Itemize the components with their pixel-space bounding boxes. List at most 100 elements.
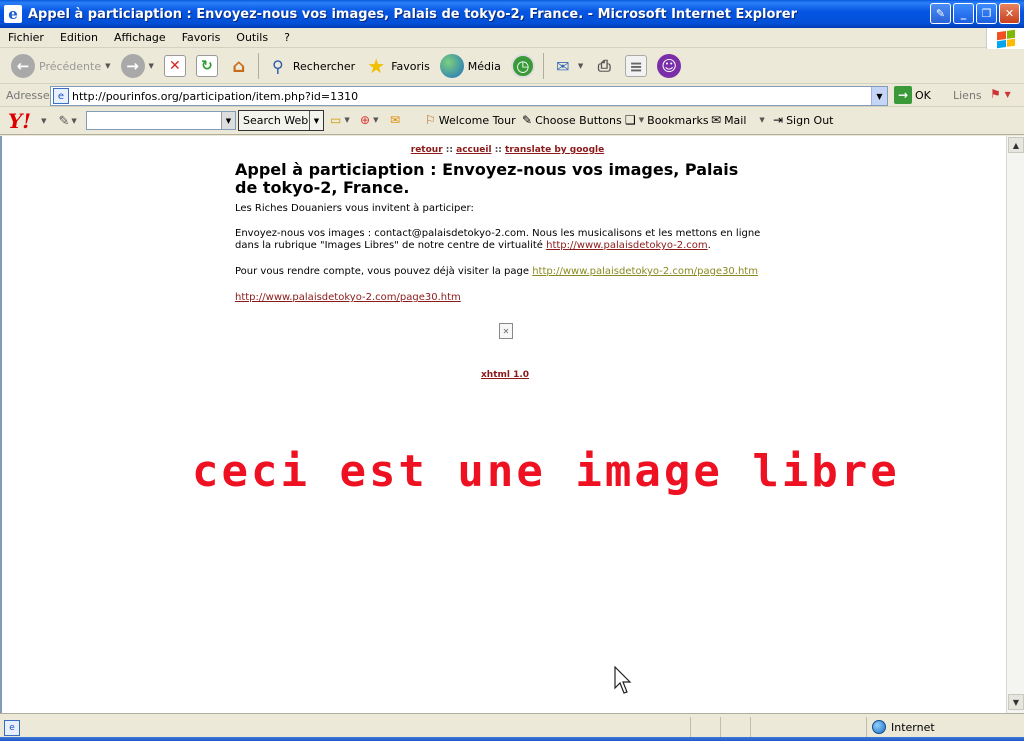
bookmarks-button[interactable]: ❑ ▼ Bookmarks xyxy=(625,113,709,127)
mail-envelope-icon: ✉ xyxy=(556,56,570,76)
standard-toolbar: ← Précédente ▼ → ▼ ✕ ↻ ⌂ ⚲ Rechercher ★ … xyxy=(0,49,1024,84)
address-dropdown-icon[interactable]: ▼ xyxy=(871,87,887,105)
mail-label: Mail xyxy=(724,113,747,127)
translate-link[interactable]: translate by google xyxy=(505,145,604,155)
pencil-icon[interactable]: ✎ xyxy=(58,114,69,129)
zone-label: Internet xyxy=(891,720,935,734)
back-button[interactable]: ← Précédente ▼ xyxy=(6,51,116,81)
palais-link[interactable]: http://www.palaisdetokyo-2.com xyxy=(546,240,708,251)
favorites-label: Favoris xyxy=(391,59,430,73)
xhtml-link[interactable]: xhtml 1.0 xyxy=(481,370,529,380)
favorites-button[interactable]: ★ Favoris xyxy=(360,51,435,81)
choose-buttons-label: Choose Buttons xyxy=(535,113,622,127)
windows-flag-icon xyxy=(996,29,1015,48)
go-button[interactable]: → OK xyxy=(894,86,931,104)
ie-app-icon: e xyxy=(4,5,22,23)
media-button[interactable]: Média xyxy=(435,51,506,81)
media-label: Média xyxy=(467,59,501,73)
page30-link[interactable]: http://www.palaisdetokyo-2.com/page30.ht… xyxy=(532,266,758,277)
popup-envelope-icon: ✉ xyxy=(390,113,401,127)
search-button[interactable]: ⚲ Rechercher xyxy=(262,51,360,81)
toolbar-separator xyxy=(542,53,544,79)
links-label[interactable]: Liens xyxy=(953,89,982,102)
links-toolbar-icon[interactable]: ⚑ ▾ xyxy=(990,87,1011,101)
back-arrow-icon: ← xyxy=(11,54,35,78)
stop-icon: ✕ xyxy=(163,55,186,77)
address-url[interactable]: http://pourinfos.org/participation/item.… xyxy=(72,90,358,103)
messenger-button[interactable]: ☺ xyxy=(652,51,686,81)
status-divider xyxy=(750,717,751,737)
mail-button[interactable]: ✉ ▼ xyxy=(547,51,588,81)
antispy-button[interactable]: ⊕ ▼ xyxy=(360,113,378,127)
print-button[interactable]: ⎙ xyxy=(588,51,620,81)
go-label: OK xyxy=(915,88,931,102)
address-bar: Adresse e http://pourinfos.org/participa… xyxy=(0,85,1024,107)
page-viewport[interactable]: retour :: accueil :: translate by google… xyxy=(0,136,1006,713)
page30-link-standalone[interactable]: http://www.palaisdetokyo-2.com/page30.ht… xyxy=(235,292,461,303)
window-title: Appel à particiaption : Envoyez-nous vos… xyxy=(28,6,798,22)
sign-out-door-icon: ⇥ xyxy=(773,113,784,127)
home-icon: ⌂ xyxy=(232,55,246,77)
edit-button[interactable]: ≡ xyxy=(620,51,652,81)
printer-icon: ⎙ xyxy=(597,56,611,75)
forward-arrow-icon: → xyxy=(120,54,145,78)
menu-help[interactable]: ? xyxy=(276,31,298,44)
scroll-up-icon[interactable]: ▲ xyxy=(1008,137,1024,153)
signpost-icon: ⚐ xyxy=(425,113,436,127)
menu-affichage[interactable]: Affichage xyxy=(106,31,174,44)
accueil-link[interactable]: accueil xyxy=(456,145,491,155)
popup-blocker-button[interactable]: ✉ xyxy=(390,113,400,127)
pencil-dropdown-icon[interactable]: ▼ xyxy=(71,117,76,125)
nav-separator: :: xyxy=(494,145,502,155)
retour-link[interactable]: retour xyxy=(411,145,443,155)
help-icon[interactable]: ✎ xyxy=(930,3,951,24)
refresh-button[interactable]: ↻ xyxy=(191,51,223,81)
bookmark-book-icon: ❑ xyxy=(625,113,636,127)
address-input[interactable]: e http://pourinfos.org/participation/ite… xyxy=(50,86,888,106)
yahoo-mail-button[interactable]: ✉ Mail ▼ xyxy=(711,113,765,127)
page-title: Appel à particiaption : Envoyez-nous vos… xyxy=(235,160,739,197)
search-history-dropdown-icon[interactable]: ▼ xyxy=(221,112,235,129)
vertical-scrollbar[interactable]: ▲ ▼ xyxy=(1006,136,1024,713)
yahoo-logo[interactable]: Y! xyxy=(0,109,31,133)
choose-buttons-button[interactable]: ✎ Choose Buttons xyxy=(522,113,622,127)
paragraph-visit-text: Pour vous rendre compte, vous pouvez déj… xyxy=(235,266,533,277)
mouse-cursor-icon xyxy=(614,666,632,694)
forward-dropdown-icon[interactable]: ▼ xyxy=(149,62,154,70)
title-bar[interactable]: e Appel à particiaption : Envoyez-nous v… xyxy=(0,0,1024,28)
welcome-tour-button[interactable]: ⚐ Welcome Tour xyxy=(425,113,516,127)
highlight-button[interactable]: ▭ ▼ xyxy=(330,113,350,127)
mail-dropdown-icon[interactable]: ▼ xyxy=(578,62,583,70)
search-web-button[interactable]: Search Web ▼ xyxy=(238,110,324,131)
paragraph-period: . xyxy=(707,240,711,251)
nav-separator: :: xyxy=(445,145,453,155)
paragraph-visit-page: Pour vous rendre compte, vous pouvez déj… xyxy=(235,266,780,278)
back-dropdown-icon[interactable]: ▼ xyxy=(105,62,110,70)
menu-fichier[interactable]: Fichier xyxy=(0,31,52,44)
menu-outils[interactable]: Outils xyxy=(228,31,276,44)
refresh-icon: ↻ xyxy=(195,55,218,77)
sign-out-button[interactable]: ⇥ Sign Out xyxy=(773,113,834,127)
menu-favoris[interactable]: Favoris xyxy=(174,31,229,44)
search-web-label: Search Web xyxy=(243,114,309,127)
yahoo-dropdown-icon[interactable]: ▼ xyxy=(41,117,46,125)
yahoo-search-input[interactable]: ▼ xyxy=(86,111,236,130)
intro-text: Les Riches Douaniers vous invitent à par… xyxy=(235,203,474,214)
close-button[interactable]: ✕ xyxy=(999,3,1020,24)
menu-edition[interactable]: Edition xyxy=(52,31,106,44)
broken-image-icon[interactable]: ✕ xyxy=(499,323,513,339)
top-nav: retour :: accueil :: translate by google xyxy=(235,145,780,155)
home-button[interactable]: ⌂ xyxy=(223,51,255,81)
forward-button[interactable]: → ▼ xyxy=(116,51,159,81)
maximize-button[interactable]: ❐ xyxy=(976,3,997,24)
search-web-dropdown-icon[interactable]: ▼ xyxy=(309,111,323,130)
back-label: Précédente xyxy=(39,59,102,73)
bookmarks-label: Bookmarks xyxy=(647,113,709,127)
stop-button[interactable]: ✕ xyxy=(159,51,191,81)
paragraph-page30: http://www.palaisdetokyo-2.com/page30.ht… xyxy=(235,292,780,304)
scroll-down-icon[interactable]: ▼ xyxy=(1008,694,1024,710)
history-button[interactable]: ◷ xyxy=(506,51,540,81)
toolbar-separator xyxy=(257,53,259,79)
minimize-button[interactable]: _ xyxy=(953,3,974,24)
page-status-icon: e xyxy=(4,719,20,736)
